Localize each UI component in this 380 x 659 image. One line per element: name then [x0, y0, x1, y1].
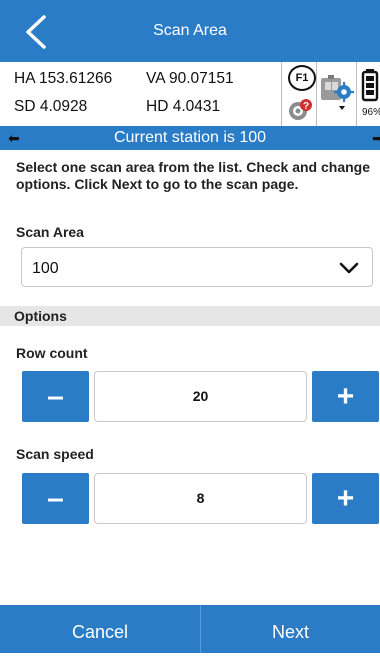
row-count-label: Row count [16, 345, 88, 361]
f1-label: F1 [295, 72, 309, 84]
chevron-down-icon [339, 262, 359, 274]
scan-area-select[interactable]: 100 [21, 247, 373, 287]
options-section-header: Options [0, 306, 380, 326]
scan-speed-decrement-button[interactable]: – [22, 473, 89, 524]
scan-area-value: 100 [32, 260, 59, 277]
scan-speed-increment-button[interactable]: + [312, 473, 379, 524]
scan-speed-input[interactable]: 8 [94, 473, 307, 524]
scan-area-label: Scan Area [16, 224, 84, 240]
instructions-text: Select one scan area from the list. Chec… [16, 159, 371, 192]
options-label: Options [14, 308, 67, 324]
next-button[interactable]: Next [201, 605, 380, 653]
station-bar: ⬅ Current station is 100 ➡ [0, 126, 380, 150]
right-arrow-icon[interactable]: ➡ [372, 130, 380, 147]
measurement-panel: HA 153.61266 VA 90.07151 SD 4.0928 HD 4.… [0, 62, 380, 126]
divider [316, 62, 317, 126]
sd-readout: SD 4.0928 [14, 98, 88, 115]
plus-icon: + [336, 482, 355, 515]
va-readout: VA 90.07151 [146, 70, 234, 87]
cancel-button[interactable]: Cancel [0, 605, 200, 653]
svg-text:?: ? [303, 101, 309, 112]
row-count-decrement-button[interactable]: – [22, 371, 89, 422]
page-title: Scan Area [153, 22, 227, 39]
scan-speed-label: Scan speed [16, 446, 94, 462]
ha-readout: HA 153.61266 [14, 70, 113, 87]
battery-percent: 96% [362, 107, 380, 118]
station-text: Current station is 100 [113, 129, 267, 146]
divider [356, 62, 357, 126]
minus-icon: – [47, 482, 64, 515]
instrument-settings-icon[interactable] [318, 72, 356, 112]
battery-icon [361, 68, 379, 104]
app-header: Scan Area [0, 0, 380, 62]
f1-function-icon[interactable]: F1 [288, 65, 316, 91]
row-count-input[interactable]: 20 [94, 371, 307, 422]
row-count-increment-button[interactable]: + [312, 371, 379, 422]
footer-bar: Cancel Next [0, 605, 380, 653]
divider [281, 62, 282, 126]
plus-icon: + [336, 380, 355, 413]
prism-target-icon[interactable]: ? [286, 96, 314, 124]
hd-readout: HD 4.0431 [146, 98, 221, 115]
minus-icon: – [47, 380, 64, 413]
